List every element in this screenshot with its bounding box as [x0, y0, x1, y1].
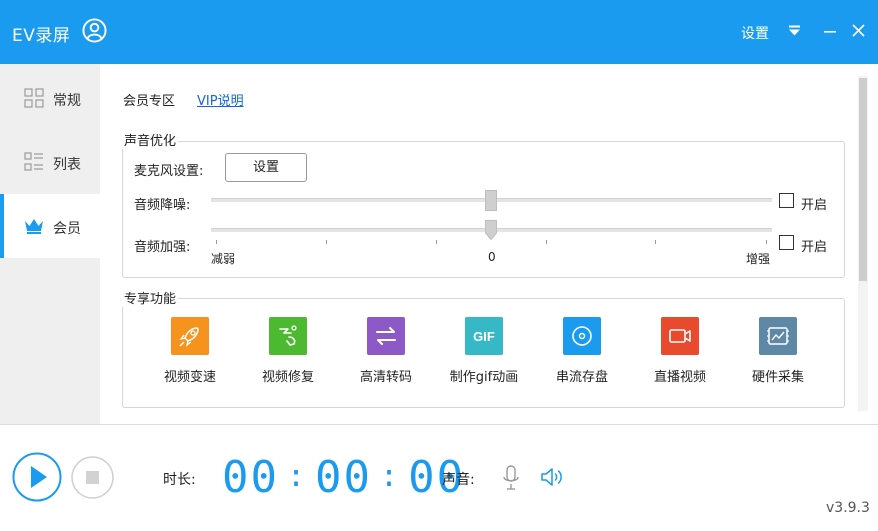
- timer-segment: 00: [315, 452, 373, 503]
- feature-label: 制作gif动画: [449, 370, 519, 385]
- noise-reduction-slider-thumb[interactable]: [485, 190, 497, 211]
- timer-colon: :: [380, 459, 401, 494]
- feature-label: 视频变速: [163, 370, 216, 385]
- repair-icon: [269, 317, 307, 355]
- user-account-icon[interactable]: [82, 18, 107, 43]
- feature-hardware-capture[interactable]: 硬件采集: [733, 317, 823, 387]
- timer-colon: :: [286, 459, 308, 494]
- capture-card-icon: [759, 317, 797, 355]
- version-label: v3.9.3: [826, 500, 870, 516]
- title-bar: EV录屏 设置: [0, 0, 878, 64]
- feature-label: 串流存盘: [555, 370, 608, 385]
- grid-icon: [24, 88, 44, 108]
- feature-label: 直播视频: [653, 370, 706, 385]
- crown-icon: [25, 219, 43, 234]
- sound-label: 声音:: [442, 472, 475, 488]
- transcode-icon: [367, 317, 405, 355]
- feature-video-repair[interactable]: 视频修复: [243, 317, 333, 387]
- audio-boost-enable-label: 开启: [801, 240, 828, 255]
- feature-label: 高清转码: [359, 370, 412, 385]
- feature-live-video[interactable]: 直播视频: [635, 317, 725, 387]
- sidebar-item-vip[interactable]: 会员: [0, 194, 100, 258]
- feature-label: 硬件采集: [751, 370, 804, 385]
- feature-make-gif[interactable]: GIF 制作gif动画: [439, 317, 529, 387]
- slider-tick: [216, 240, 217, 244]
- app-title: EV录屏: [12, 26, 71, 46]
- sidebar-item-label: 列表: [53, 157, 81, 173]
- feature-stream-save[interactable]: 串流存盘: [537, 317, 627, 387]
- sidebar-item-list[interactable]: 列表: [0, 130, 100, 194]
- microphone-icon[interactable]: [502, 465, 520, 491]
- vip-panel: 会员专区 VIP说明 声音优化 麦克风设置: 设置 音频降噪: 开启 音频加强:…: [100, 64, 878, 424]
- recording-control-bar: 时长: 00:00:00 声音: v3.9.3: [0, 425, 878, 531]
- feature-video-speed[interactable]: 视频变速: [145, 317, 235, 387]
- sidebar-item-label: 会员: [53, 221, 81, 237]
- slider-tick: [766, 240, 767, 244]
- close-icon[interactable]: [852, 24, 865, 37]
- mic-settings-button[interactable]: 设置: [225, 153, 307, 182]
- start-recording-button[interactable]: [12, 452, 62, 502]
- sidebar-item-label: 常规: [53, 93, 81, 109]
- sidebar-item-general[interactable]: 常规: [0, 66, 100, 130]
- disc-icon: [563, 317, 601, 355]
- gif-icon: GIF: [465, 317, 503, 355]
- scale-min-label: 减弱: [211, 252, 236, 266]
- feature-hd-transcode[interactable]: 高清转码: [341, 317, 431, 387]
- vip-info-link[interactable]: VIP说明: [197, 90, 244, 109]
- scale-mid-label: 0: [488, 250, 496, 264]
- sidebar: 常规 列表 会员: [0, 64, 100, 424]
- noise-reduction-label: 音频降噪:: [134, 198, 191, 213]
- mic-settings-label: 麦克风设置:: [134, 164, 204, 179]
- scrollbar-thumb[interactable]: [859, 78, 867, 281]
- speaker-icon[interactable]: [540, 466, 565, 488]
- duration-label: 时长:: [163, 472, 196, 488]
- slider-tick: [326, 240, 327, 244]
- gif-icon-text: GIF: [473, 329, 495, 344]
- timer-segment: 00: [222, 452, 279, 503]
- audio-boost-slider-thumb[interactable]: [485, 220, 497, 240]
- audio-boost-checkbox[interactable]: [779, 235, 794, 250]
- dropdown-menu-icon[interactable]: [788, 24, 801, 37]
- slider-tick: [655, 240, 656, 244]
- vip-section-title: 会员专区: [123, 94, 176, 109]
- recording-timer: 00:00:00: [222, 449, 465, 506]
- settings-button[interactable]: 设置: [741, 23, 769, 43]
- noise-reduction-checkbox[interactable]: [779, 193, 794, 208]
- noise-reduction-enable-label: 开启: [801, 198, 828, 213]
- slider-tick: [546, 240, 547, 244]
- list-icon: [24, 152, 43, 171]
- feature-label: 视频修复: [261, 370, 314, 385]
- exclusive-features-title: 专享功能: [122, 288, 179, 307]
- audio-boost-label: 音频加强:: [134, 240, 191, 255]
- slider-tick: [436, 240, 437, 244]
- stop-recording-button[interactable]: [71, 456, 114, 499]
- scale-max-label: 增强: [746, 252, 771, 266]
- live-video-icon: [661, 317, 699, 355]
- sound-optimization-title: 声音优化: [122, 130, 179, 149]
- rocket-icon: [171, 317, 209, 355]
- minimize-icon[interactable]: [824, 25, 836, 37]
